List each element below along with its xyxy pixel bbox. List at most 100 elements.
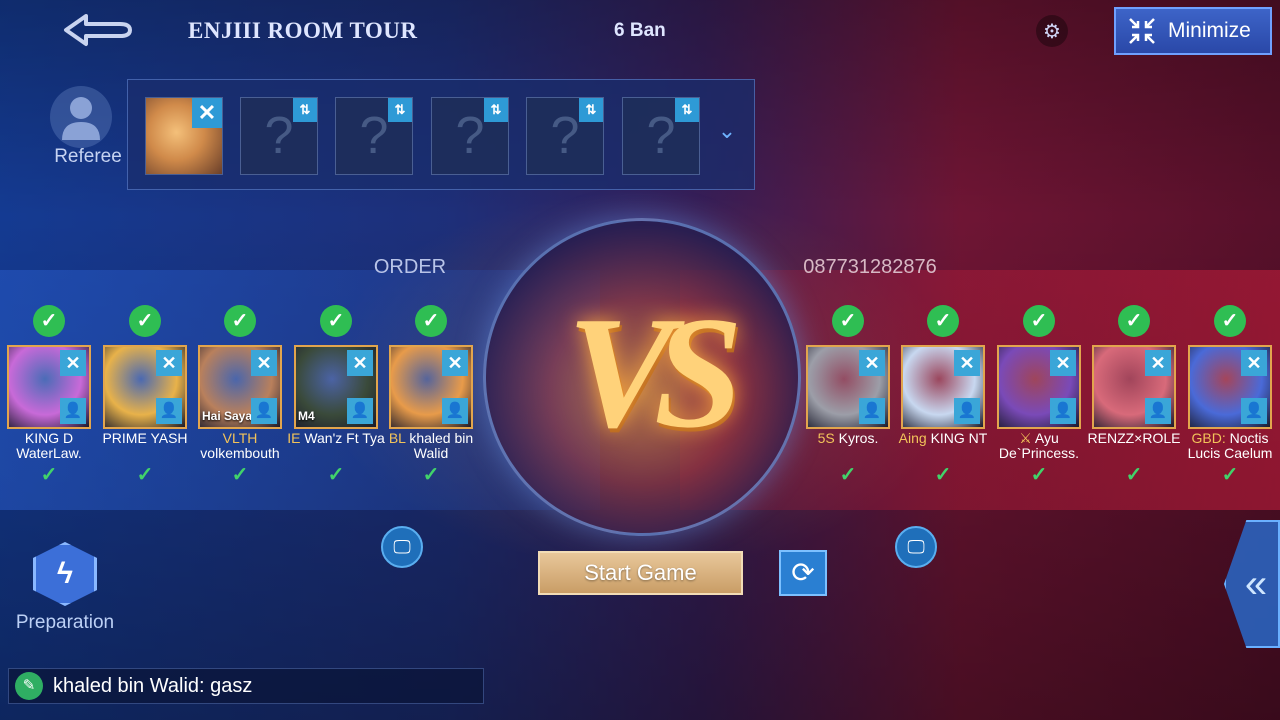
ready-tick-icon: ✓ bbox=[1125, 464, 1143, 486]
minimize-button[interactable]: Minimize bbox=[1114, 7, 1272, 55]
kick-player-icon[interactable]: ✕ bbox=[156, 350, 182, 376]
avatar-caption: Hai Saya bbox=[202, 409, 253, 423]
player-name-text: Ayu De`Princess. bbox=[998, 430, 1080, 461]
back-arrow-icon bbox=[64, 14, 132, 46]
player-avatar[interactable]: M4 ✕ 👤 bbox=[294, 345, 378, 429]
ready-tick-icon: ✓ bbox=[136, 464, 154, 486]
add-friend-icon[interactable]: 👤 bbox=[347, 398, 373, 424]
right-spectate-button[interactable]: 🖵 bbox=[895, 526, 937, 568]
gear-icon: ⚙ bbox=[1043, 20, 1061, 43]
ready-check-icon: ✓ bbox=[927, 305, 959, 337]
left-team-name: ORDER bbox=[373, 256, 447, 278]
swap-icon[interactable]: ⇅ bbox=[675, 98, 699, 122]
player-name-text: PRIME YASH bbox=[102, 430, 188, 446]
player-avatar[interactable]: ✕ 👤 bbox=[7, 345, 91, 429]
kick-player-icon[interactable]: ✕ bbox=[1145, 350, 1171, 376]
player-name: Aing KING NT bbox=[891, 431, 995, 446]
player-avatar[interactable]: ✕ 👤 bbox=[806, 345, 890, 429]
add-friend-icon[interactable]: 👤 bbox=[251, 398, 277, 424]
kick-player-icon[interactable]: ✕ bbox=[347, 350, 373, 376]
add-friend-icon[interactable]: 👤 bbox=[60, 398, 86, 424]
player-name-text: RENZZ×ROLE bbox=[1087, 430, 1181, 446]
player-name: BL khaled bin Walid bbox=[379, 431, 483, 461]
player-name: PRIME YASH bbox=[93, 431, 197, 446]
kick-player-icon[interactable]: ✕ bbox=[442, 350, 468, 376]
player-avatar[interactable]: Hai Saya ✕ 👤 bbox=[198, 345, 282, 429]
player-name: 5S Kyros. bbox=[796, 431, 900, 446]
ban-panel: ✕ ? ⇅ ? ⇅ ? ⇅ ? ⇅ ? ⇅ bbox=[127, 79, 755, 190]
monitor-add-icon: 🖵 bbox=[907, 536, 925, 557]
ban-slot-6[interactable]: ? ⇅ bbox=[622, 97, 700, 175]
ready-check-icon: ✓ bbox=[415, 305, 447, 337]
remove-ban-icon[interactable]: ✕ bbox=[192, 98, 222, 128]
chat-icon: ✎ bbox=[15, 672, 43, 700]
chat-message: khaled bin Walid: gasz bbox=[53, 674, 253, 697]
kick-player-icon[interactable]: ✕ bbox=[251, 350, 277, 376]
player-name-text: Kyros. bbox=[838, 430, 879, 446]
add-friend-icon[interactable]: 👤 bbox=[1241, 398, 1267, 424]
player-avatar[interactable]: ✕ 👤 bbox=[1092, 345, 1176, 429]
monitor-add-icon: 🖵 bbox=[393, 536, 411, 557]
player-avatar[interactable]: ✕ 👤 bbox=[389, 345, 473, 429]
ban-slot-1[interactable]: ✕ bbox=[145, 97, 223, 175]
refresh-icon: ⟳ bbox=[791, 557, 815, 588]
player-name: IE Wan'z Ft Tya bbox=[284, 431, 388, 446]
kick-player-icon[interactable]: ✕ bbox=[60, 350, 86, 376]
player-name-text: KING D WaterLaw. bbox=[16, 430, 82, 461]
player-name: KING D WaterLaw. bbox=[0, 431, 101, 461]
ready-check-icon: ✓ bbox=[832, 305, 864, 337]
ready-tick-icon: ✓ bbox=[231, 464, 249, 486]
swap-icon[interactable]: ⇅ bbox=[484, 98, 508, 122]
preparation-icon: ϟ bbox=[33, 542, 97, 606]
player-name: VLTH volkembouth bbox=[188, 431, 292, 461]
add-friend-icon[interactable]: 👤 bbox=[156, 398, 182, 424]
ready-check-icon: ✓ bbox=[320, 305, 352, 337]
left-spectate-button[interactable]: 🖵 bbox=[381, 526, 423, 568]
start-game-button[interactable]: Start Game bbox=[538, 551, 743, 595]
player-avatar[interactable]: ✕ 👤 bbox=[901, 345, 985, 429]
player-avatar[interactable]: ✕ 👤 bbox=[997, 345, 1081, 429]
ready-check-icon: ✓ bbox=[1023, 305, 1055, 337]
referee-avatar bbox=[50, 86, 112, 148]
chevron-down-icon[interactable]: ⌄ bbox=[712, 118, 742, 148]
referee-slot[interactable]: Referee bbox=[30, 84, 130, 174]
refresh-button[interactable]: ⟳ bbox=[779, 550, 827, 596]
ban-slot-2[interactable]: ? ⇅ bbox=[240, 97, 318, 175]
add-friend-icon[interactable]: 👤 bbox=[859, 398, 885, 424]
avatar-caption: M4 bbox=[298, 409, 315, 423]
add-friend-icon[interactable]: 👤 bbox=[442, 398, 468, 424]
right-team-name: 087731282876 bbox=[803, 256, 937, 278]
back-button[interactable] bbox=[58, 10, 136, 52]
swap-icon[interactable]: ⇅ bbox=[388, 98, 412, 122]
kick-player-icon[interactable]: ✕ bbox=[1050, 350, 1076, 376]
chat-bar[interactable]: ✎ khaled bin Walid: gasz bbox=[8, 668, 484, 704]
settings-button[interactable]: ⚙ bbox=[1036, 15, 1068, 47]
ready-tick-icon: ✓ bbox=[1221, 464, 1239, 486]
player-name-text: khaled bin Walid bbox=[409, 430, 474, 461]
minimize-label: Minimize bbox=[1168, 19, 1251, 42]
add-friend-icon[interactable]: 👤 bbox=[954, 398, 980, 424]
double-chevron-left-icon: « bbox=[1244, 562, 1268, 606]
player-tag: GBD: bbox=[1191, 430, 1226, 446]
ban-slot-3[interactable]: ? ⇅ bbox=[335, 97, 413, 175]
ready-tick-icon: ✓ bbox=[934, 464, 952, 486]
ban-slot-5[interactable]: ? ⇅ bbox=[526, 97, 604, 175]
add-friend-icon[interactable]: 👤 bbox=[1145, 398, 1171, 424]
player-avatar[interactable]: ✕ 👤 bbox=[1188, 345, 1272, 429]
kick-player-icon[interactable]: ✕ bbox=[859, 350, 885, 376]
room-title: ENJIII ROOM TOUR bbox=[188, 18, 418, 43]
swap-icon[interactable]: ⇅ bbox=[293, 98, 317, 122]
player-tag: ⚔ bbox=[1019, 430, 1032, 446]
preparation-button[interactable]: ϟ Preparation bbox=[10, 542, 120, 634]
swap-icon[interactable]: ⇅ bbox=[579, 98, 603, 122]
add-friend-icon[interactable]: 👤 bbox=[1050, 398, 1076, 424]
ready-tick-icon: ✓ bbox=[839, 464, 857, 486]
player-name: GBD: Noctis Lucis Caelum bbox=[1178, 431, 1280, 461]
kick-player-icon[interactable]: ✕ bbox=[954, 350, 980, 376]
ban-slot-4[interactable]: ? ⇅ bbox=[431, 97, 509, 175]
player-name-text: KING NT bbox=[930, 430, 988, 446]
player-tag: IE bbox=[287, 430, 301, 446]
kick-player-icon[interactable]: ✕ bbox=[1241, 350, 1267, 376]
minimize-icon bbox=[1129, 18, 1155, 44]
player-avatar[interactable]: ✕ 👤 bbox=[103, 345, 187, 429]
